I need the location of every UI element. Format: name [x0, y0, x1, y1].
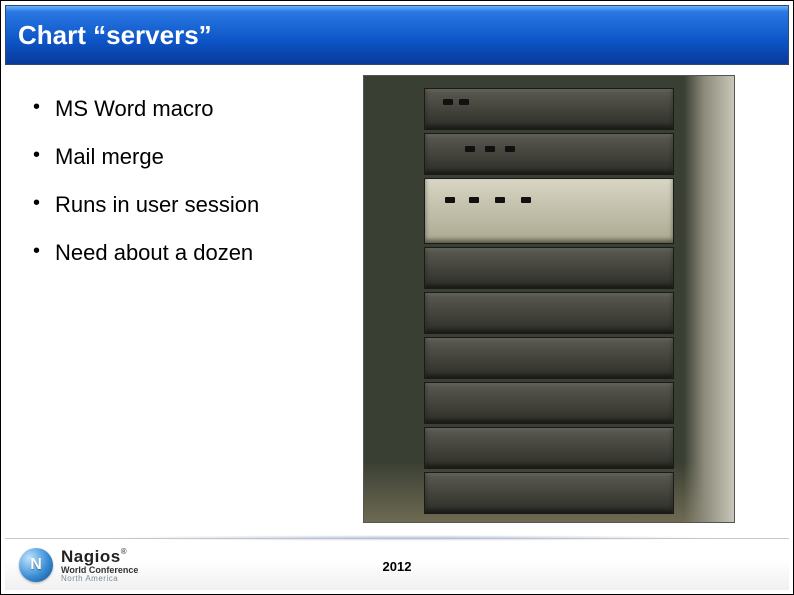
servers-photo [363, 75, 735, 523]
registered-mark: ® [121, 547, 127, 556]
slide-title: Chart “servers” [18, 20, 212, 51]
bullet-list: MS Word macro Mail merge Runs in user se… [31, 96, 361, 266]
bullet-item: MS Word macro [31, 96, 361, 122]
title-bar: Chart “servers” [5, 5, 789, 65]
slide: Chart “servers” MS Word macro Mail merge… [0, 0, 794, 595]
brand-name: Nagios [61, 547, 121, 566]
footer: Nagios® World Conference North America 2… [5, 538, 789, 590]
body-content: MS Word macro Mail merge Runs in user se… [31, 96, 361, 288]
bullet-item: Runs in user session [31, 192, 361, 218]
logo-text: Nagios® World Conference North America [61, 547, 138, 583]
brand-subline-2: North America [61, 574, 138, 583]
bullet-item: Need about a dozen [31, 240, 361, 266]
footer-logo: Nagios® World Conference North America [5, 547, 138, 583]
globe-icon [19, 548, 53, 582]
footer-year: 2012 [383, 559, 412, 574]
bullet-item: Mail merge [31, 144, 361, 170]
